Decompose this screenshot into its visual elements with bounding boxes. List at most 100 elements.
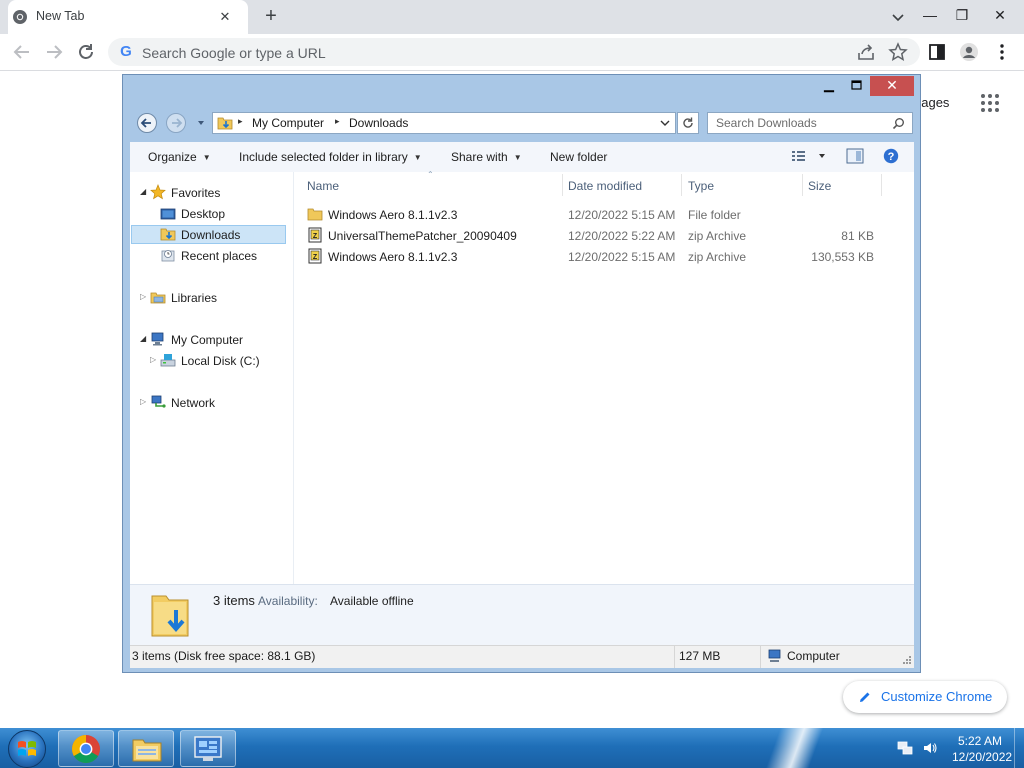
nav-local-disk[interactable]: Local Disk (C:) <box>181 354 260 368</box>
downloads-folder-icon <box>160 228 176 241</box>
new-folder-button[interactable]: New folder <box>550 150 607 164</box>
customize-chrome-button[interactable]: Customize Chrome <box>843 681 1007 713</box>
preview-pane-icon[interactable] <box>846 148 864 164</box>
resize-grip-icon[interactable] <box>902 655 912 665</box>
tab-close-icon[interactable]: ✕ <box>216 8 234 26</box>
breadcrumb-downloads[interactable]: Downloads <box>349 116 408 130</box>
column-divider[interactable] <box>562 174 563 196</box>
nav-network[interactable]: Network <box>171 396 215 410</box>
file-type: File folder <box>688 208 741 222</box>
reload-icon[interactable] <box>74 40 98 64</box>
column-header-date-modified[interactable]: Date modified <box>568 179 642 193</box>
chrome-restore-button[interactable]: ❐ <box>946 0 978 34</box>
explorer-maximize-button[interactable] <box>843 77 869 95</box>
explorer-close-button[interactable]: ✕ <box>870 76 914 96</box>
file-row[interactable]: Z UniversalThemePatcher_20090409 12/20/2… <box>304 226 884 246</box>
share-icon[interactable] <box>855 41 877 63</box>
zip-icon: Z <box>308 227 322 243</box>
folder-icon <box>307 208 323 221</box>
expanded-triangle-icon[interactable]: ◢ <box>140 187 146 196</box>
chrome-menu-icon[interactable] <box>991 41 1013 63</box>
address-dropdown-chevron-icon[interactable] <box>660 118 670 128</box>
show-desktop-button[interactable] <box>1014 728 1024 768</box>
forward-arrow-icon <box>172 118 183 128</box>
file-row[interactable]: Windows Aero 8.1.1v2.3 12/20/2022 5:15 A… <box>304 205 884 225</box>
chrome-favicon-icon <box>13 10 27 24</box>
search-icon <box>892 118 904 130</box>
network-icon <box>151 395 166 408</box>
nav-my-computer[interactable]: My Computer <box>171 333 243 347</box>
profile-avatar-icon[interactable] <box>958 41 980 63</box>
help-icon[interactable]: ? <box>883 148 899 164</box>
tab-search-chevron-icon[interactable] <box>888 7 908 27</box>
column-header-name[interactable]: Name <box>307 179 339 193</box>
pane-divider[interactable] <box>293 172 294 584</box>
new-tab-button[interactable]: + <box>260 6 282 28</box>
nav-favorites[interactable]: Favorites <box>171 186 220 200</box>
share-with-button[interactable]: Share with ▼ <box>451 150 522 164</box>
details-availability-value: Available offline <box>330 594 414 608</box>
column-divider[interactable] <box>881 174 882 196</box>
nav-desktop[interactable]: Desktop <box>181 207 225 221</box>
back-arrow-icon[interactable] <box>10 40 34 64</box>
folder-icon <box>132 739 162 762</box>
zip-icon: Z <box>308 248 322 264</box>
column-divider[interactable] <box>681 174 682 196</box>
chrome-close-button[interactable]: ✕ <box>984 0 1016 34</box>
details-item-count: 3 items <box>213 593 255 608</box>
collapsed-triangle-icon[interactable]: ▷ <box>150 355 156 364</box>
chrome-minimize-button[interactable]: — <box>914 0 946 34</box>
svg-text:Z: Z <box>313 233 318 240</box>
nav-recent-places[interactable]: Recent places <box>181 249 257 263</box>
volume-icon[interactable] <box>922 740 938 756</box>
file-date: 12/20/2022 5:15 AM <box>568 250 676 264</box>
organize-button[interactable]: Organize ▼ <box>148 150 211 164</box>
explorer-forward-button[interactable] <box>166 113 186 133</box>
taskbar-chrome-button[interactable] <box>58 730 114 767</box>
include-in-library-button[interactable]: Include selected folder in library ▼ <box>239 150 422 164</box>
forward-arrow-icon[interactable] <box>42 40 66 64</box>
nav-libraries[interactable]: Libraries <box>171 291 217 305</box>
taskbar-explorer-button[interactable] <box>118 730 174 767</box>
pencil-icon <box>860 692 870 702</box>
refresh-button[interactable] <box>677 112 699 134</box>
bookmark-star-icon[interactable] <box>887 41 909 63</box>
recent-locations-chevron-icon[interactable] <box>196 118 206 128</box>
explorer-back-button[interactable] <box>137 113 157 133</box>
taskbar-glare <box>740 728 860 768</box>
svg-text:?: ? <box>888 151 895 163</box>
back-arrow-icon <box>140 118 151 128</box>
breadcrumb-my-computer[interactable]: My Computer <box>252 116 324 130</box>
libraries-icon <box>150 292 166 304</box>
clock-time[interactable]: 5:22 AM <box>958 734 1002 748</box>
file-size: 130,553 KB <box>811 250 874 264</box>
collapsed-triangle-icon[interactable]: ▷ <box>140 292 146 301</box>
collapsed-triangle-icon[interactable]: ▷ <box>140 397 146 406</box>
column-header-size[interactable]: Size <box>808 179 831 193</box>
start-button[interactable] <box>8 730 46 768</box>
details-availability-label: Availability: <box>258 594 318 608</box>
network-tray-icon[interactable] <box>897 740 913 756</box>
nav-downloads[interactable]: Downloads <box>181 228 240 242</box>
side-panel-icon[interactable] <box>926 41 948 63</box>
column-header-type[interactable]: Type <box>688 179 714 193</box>
taskbar-control-panel-button[interactable] <box>180 730 236 767</box>
address-bar[interactable]: ▸ My Computer ▸ Downloads <box>212 112 676 134</box>
file-size: 81 KB <box>841 229 874 243</box>
file-row[interactable]: Z Windows Aero 8.1.1v2.3 12/20/2022 5:15… <box>304 247 884 267</box>
file-date: 12/20/2022 5:15 AM <box>568 208 676 222</box>
chrome-logo-icon <box>72 735 100 763</box>
downloads-folder-icon <box>217 117 233 130</box>
search-downloads-input[interactable]: Search Downloads <box>707 112 913 134</box>
organize-label: Organize <box>148 150 197 164</box>
windows-logo-icon <box>18 741 36 756</box>
clock-date[interactable]: 12/20/2022 <box>952 750 1012 764</box>
local-disk-icon <box>160 354 176 367</box>
expanded-triangle-icon[interactable]: ◢ <box>140 334 146 343</box>
column-divider[interactable] <box>802 174 803 196</box>
change-view-icon[interactable] <box>791 149 829 163</box>
google-apps-icon[interactable] <box>980 93 1000 113</box>
google-g-icon: G <box>120 43 132 60</box>
explorer-minimize-button[interactable]: ▁ <box>816 77 842 95</box>
file-name: UniversalThemePatcher_20090409 <box>328 229 517 243</box>
